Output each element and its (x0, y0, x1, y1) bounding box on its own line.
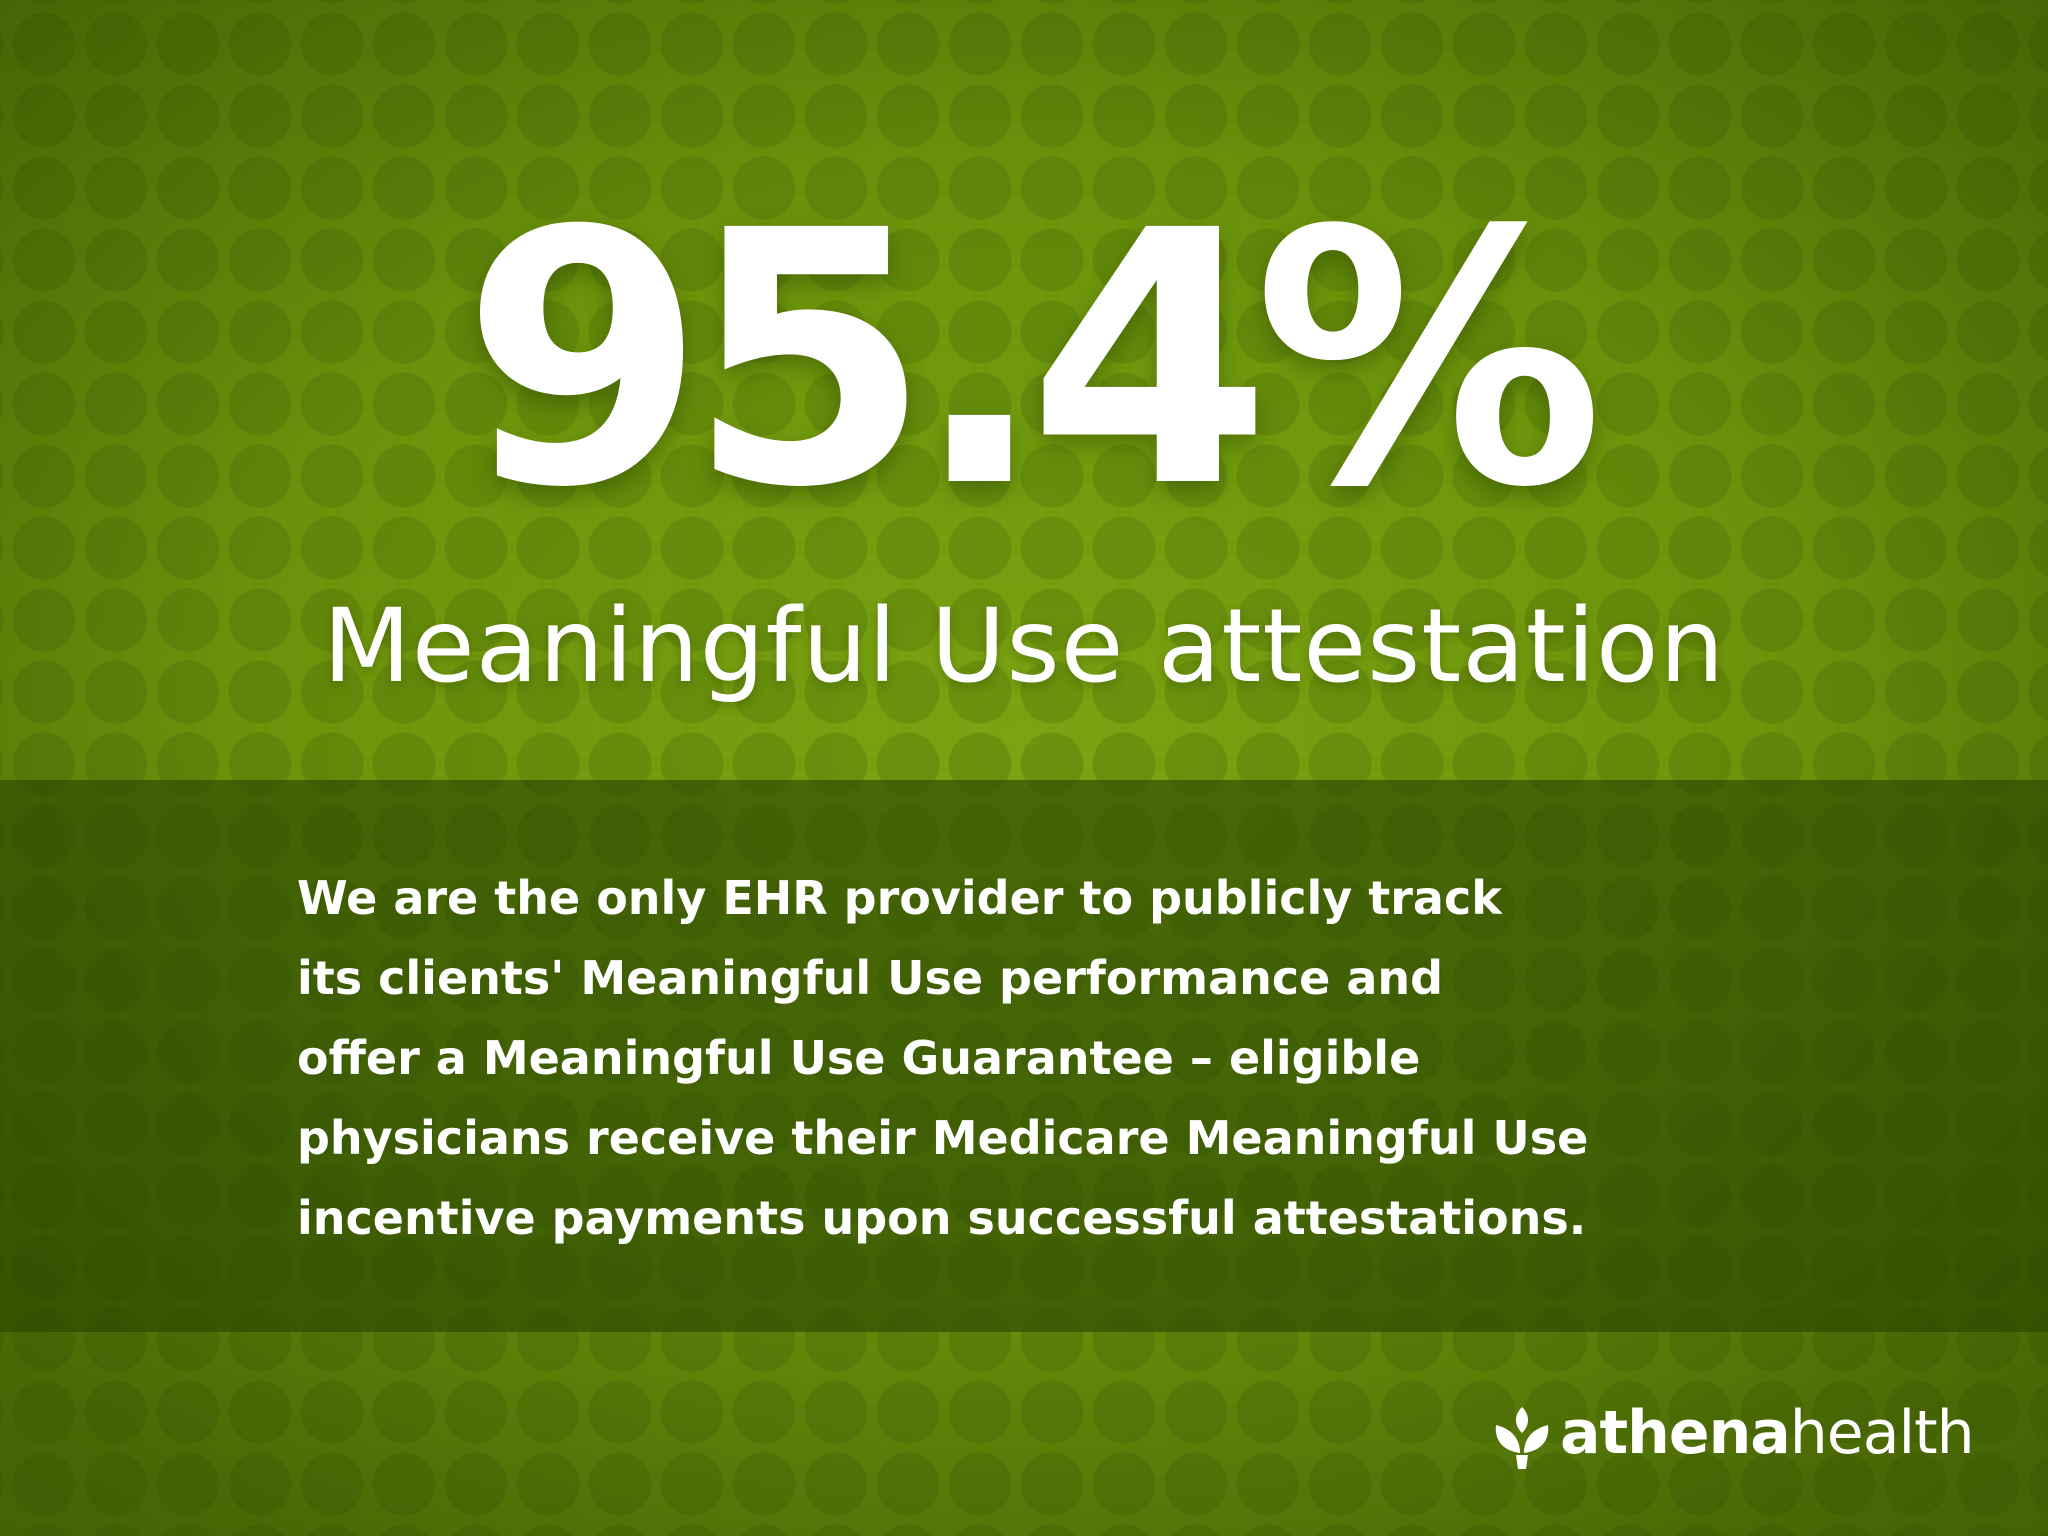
description-line: We are the only EHR provider to publicly… (297, 871, 1502, 925)
headline-stat: 95.4% (461, 156, 1604, 564)
athenahealth-logo: athena health (1490, 1388, 1975, 1478)
infographic-canvas: 95.4% Meaningful Use attestation We are … (0, 0, 2048, 1536)
logo-wordmark-health: health (1789, 1398, 1975, 1468)
description-line: incentive payments upon successful attes… (297, 1191, 1587, 1245)
description-line: physicians receive their Medicare Meanin… (297, 1111, 1589, 1165)
logo-wordmark-athena: athena (1560, 1398, 1791, 1468)
description-line: offer a Meaningful Use Guarantee – eligi… (297, 1031, 1421, 1085)
description-text: We are the only EHR provider to publicly… (297, 858, 2017, 1258)
leaf-sprout-icon (1495, 1407, 1549, 1469)
headline-subtitle: Meaningful Use attestation (322, 587, 1726, 706)
description-line: its clients' Meaningful Use performance … (297, 951, 1444, 1005)
